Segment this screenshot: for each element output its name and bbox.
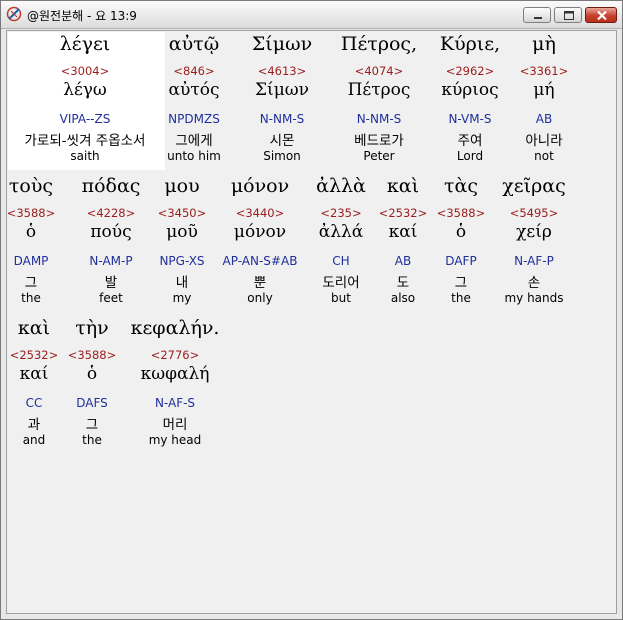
word-number: <3361> (519, 64, 569, 78)
word-korean: 시몬 (269, 133, 295, 149)
word-english: unto him (167, 149, 221, 163)
word-english: the (82, 433, 102, 447)
word-greek: μὴ (532, 33, 556, 55)
word-parsing: N-AF-P (514, 254, 554, 268)
minimize-icon (534, 17, 542, 19)
word-greek: χεῖρας (502, 175, 566, 197)
word-greek: τὴν (75, 317, 109, 339)
word-number: <2776> (150, 348, 200, 362)
word-parsing: AB (535, 112, 553, 126)
word-number: <4074> (354, 64, 404, 78)
word-number: <3588> (67, 348, 117, 362)
word-lexeme: Πέτρος (347, 80, 411, 100)
word-english: not (534, 149, 554, 163)
word-cell[interactable]: μὴ <3361> μή AB 아니라 not (496, 31, 592, 169)
word-lexeme: χείρ (516, 222, 552, 242)
maximize-icon (564, 11, 574, 20)
word-korean: 그에게 (175, 133, 213, 149)
minimize-button[interactable] (523, 7, 551, 23)
word-parsing: NPDMZS (168, 112, 220, 126)
word-parsing: N-AF-S (154, 396, 196, 410)
app-window: @원전분해 - 요 13:9 λέγει <3004> λέγω VIPA--ZS 가로… (0, 0, 623, 620)
title-bar[interactable]: @원전분해 - 요 13:9 (1, 1, 622, 29)
word-korean: 그 (85, 417, 99, 433)
word-lexeme: ὁ (86, 364, 98, 384)
word-english: saith (70, 149, 100, 163)
word-parsing: N-NM-S (356, 112, 402, 126)
word-number: <846> (173, 64, 215, 78)
word-korean: 가로되-씻겨 주옵소서 (24, 133, 146, 149)
word-greek: αὐτῷ (168, 33, 220, 55)
word-greek: κεφαλήν. (130, 317, 220, 339)
close-button[interactable] (585, 7, 617, 23)
word-cell[interactable]: Πέτρος, <4074> Πέτρος N-NM-S 베드로가 Peter (331, 31, 427, 169)
word-greek: Πέτρος, (340, 33, 418, 55)
word-cell[interactable]: αὐτῷ <846> αὐτός NPDMZS 그에게 unto him (146, 31, 242, 169)
word-english: Simon (263, 149, 301, 163)
word-cell[interactable]: κεφαλήν. <2776> κωφαλή N-AF-S 머리 my head (127, 315, 223, 453)
word-lexeme: Σίμων (255, 80, 309, 100)
maximize-button[interactable] (554, 7, 582, 23)
word-parsing: VIPA--ZS (59, 112, 111, 126)
word-cell[interactable]: λέγει <3004> λέγω VIPA--ZS 가로되-씻겨 주옵소서 saith (7, 31, 163, 169)
word-number: <3004> (60, 64, 110, 78)
word-lexeme: κωφαλή (140, 364, 210, 384)
word-korean: 아니라 (525, 133, 563, 149)
word-parsing: DAFS (76, 396, 108, 410)
word-greek: Σίμων (251, 33, 313, 55)
word-cell[interactable]: Σίμων <4613> Σίμων N-NM-S 시몬 Simon (234, 31, 330, 169)
word-cell[interactable]: χεῖρας <5495> χείρ N-AF-P 손 my hands (486, 173, 582, 311)
word-lexeme: αὐτός (168, 80, 220, 100)
word-lexeme: λέγω (63, 80, 107, 100)
analysis-pane: λέγει <3004> λέγω VIPA--ZS 가로되-씻겨 주옵소서 saith α… (6, 30, 617, 614)
word-korean: 베드로가 (354, 133, 404, 149)
word-greek: λέγει (59, 33, 111, 55)
word-korean: 손 (527, 275, 541, 291)
window-title: @원전분해 - 요 13:9 (27, 9, 137, 23)
word-english: my head (148, 433, 202, 447)
word-cell[interactable]: τὴν <3588> ὁ DAFS 그 the (44, 315, 140, 453)
app-logo-icon[interactable] (6, 6, 22, 22)
word-number: <5495> (509, 206, 559, 220)
word-english: my hands (504, 291, 564, 305)
word-number: <4613> (257, 64, 307, 78)
word-lexeme: μή (533, 80, 555, 100)
word-parsing: N-NM-S (259, 112, 305, 126)
word-korean: 머리 (162, 417, 188, 433)
close-icon (597, 10, 607, 21)
word-english: Peter (363, 149, 395, 163)
